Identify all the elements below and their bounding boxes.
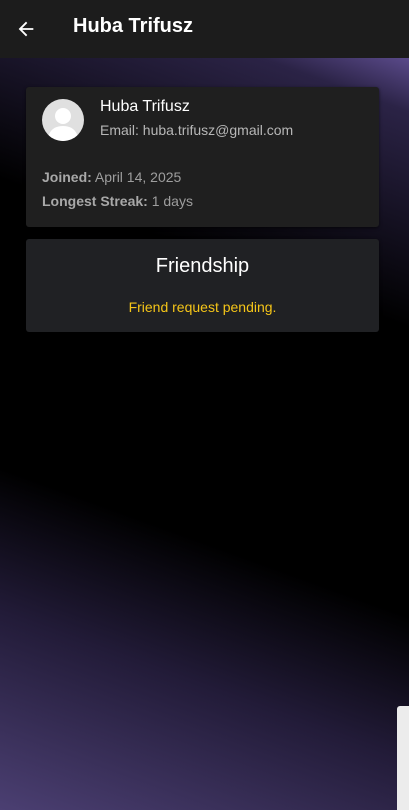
page-title: Huba Trifusz xyxy=(73,15,194,37)
arrow-left-icon xyxy=(18,21,34,37)
streak-stat: Longest Streak: 1 days xyxy=(42,193,193,209)
friendship-title: Friendship xyxy=(155,255,250,277)
joined-stat: Joined: April 14, 2025 xyxy=(42,169,181,185)
back-button[interactable] xyxy=(10,13,42,45)
joined-value: April 14, 2025 xyxy=(94,169,182,185)
profile-email: Email: huba.trifusz@gmail.com xyxy=(100,122,294,138)
person-icon xyxy=(48,108,78,141)
profile-card: Huba Trifusz Email: huba.trifusz@gmail.c… xyxy=(26,87,379,227)
friendship-card: Friendship Friend request pending. xyxy=(26,239,379,332)
friend-request-status: Friend request pending. xyxy=(128,299,277,315)
joined-label: Joined: xyxy=(42,169,92,185)
profile-name: Huba Trifusz xyxy=(100,98,190,115)
app-bar: Huba Trifusz xyxy=(0,0,409,58)
overlay-panel-edge[interactable] xyxy=(397,706,409,810)
streak-value: 1 days xyxy=(151,193,193,209)
avatar xyxy=(42,99,84,141)
streak-label: Longest Streak: xyxy=(42,193,148,209)
